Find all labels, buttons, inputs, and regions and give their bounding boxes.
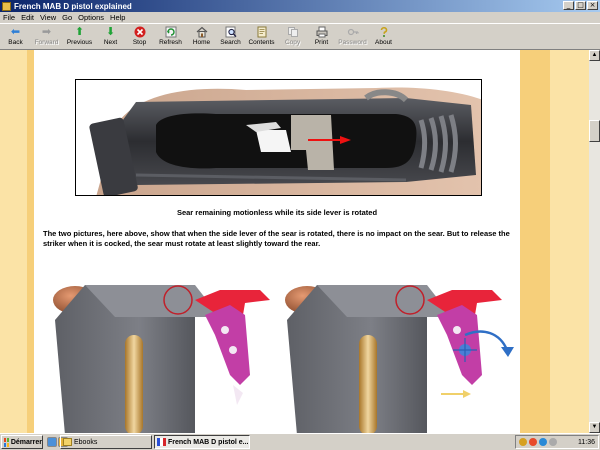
title-bar: French MAB D pistol explained _ □ ×	[0, 0, 600, 12]
maximize-button[interactable]: □	[575, 1, 586, 10]
stop-icon	[133, 26, 146, 38]
scroll-thumb[interactable]	[589, 120, 600, 142]
forward-label: Forward	[34, 39, 59, 46]
window-title: French MAB D pistol explained	[14, 1, 132, 11]
clock[interactable]: 11:36	[578, 439, 595, 446]
document-view: Sear remaining motionless while its side…	[0, 50, 589, 433]
vertical-scrollbar[interactable]: ▲ ▼	[589, 50, 600, 433]
toolbar: ⬅ Back ➡ Forward ⬆ Previous ⬇ Next Stop …	[0, 23, 600, 50]
windows-logo-icon	[4, 437, 9, 447]
next-button[interactable]: ⬇ Next	[96, 24, 125, 50]
browser-window: French MAB D pistol explained _ □ × File…	[0, 0, 600, 450]
sear-diagram	[45, 275, 515, 433]
about-icon	[377, 26, 390, 38]
forward-button[interactable]: ➡ Forward	[30, 24, 63, 50]
close-button[interactable]: ×	[587, 1, 598, 10]
task-mab-pistol[interactable]: French MAB D pistol e...	[154, 435, 250, 449]
contents-button[interactable]: Contents	[245, 24, 278, 50]
window-controls: _ □ ×	[563, 1, 598, 10]
menu-edit[interactable]: Edit	[21, 13, 34, 22]
menu-view[interactable]: View	[40, 13, 56, 22]
print-label: Print	[314, 39, 329, 46]
copy-button[interactable]: Copy	[278, 24, 307, 50]
menu-file[interactable]: File	[3, 13, 15, 22]
contents-label: Contents	[248, 39, 275, 46]
explanation-paragraph: The two pictures, here above, show that …	[43, 229, 510, 248]
document-page: Sear remaining motionless while its side…	[34, 50, 520, 433]
pistol-photo-graphic	[76, 80, 481, 195]
print-icon	[315, 26, 328, 38]
system-tray: 11:36	[515, 435, 599, 449]
menu-help[interactable]: Help	[110, 13, 125, 22]
refresh-icon	[164, 26, 177, 38]
menu-go[interactable]: Go	[62, 13, 72, 22]
start-label: Démarrer	[10, 438, 42, 446]
stop-label: Stop	[132, 39, 147, 46]
refresh-label: Refresh	[159, 39, 182, 46]
home-button[interactable]: Home	[187, 24, 216, 50]
scroll-down-button[interactable]: ▼	[589, 422, 600, 433]
print-button[interactable]: Print	[307, 24, 336, 50]
password-label: Password	[338, 39, 367, 46]
password-button[interactable]: Password	[336, 24, 369, 50]
start-button[interactable]: Démarrer	[1, 435, 43, 449]
search-button[interactable]: Search	[216, 24, 245, 50]
back-label: Back	[8, 39, 23, 46]
copy-icon	[286, 26, 299, 38]
home-label: Home	[192, 39, 211, 46]
arrow-left-icon: ⬅	[10, 25, 21, 38]
contents-icon	[255, 26, 268, 38]
menu-bar: File Edit View Go Options Help	[0, 12, 600, 23]
folder-icon	[63, 438, 72, 446]
pistol-photo	[75, 79, 482, 196]
previous-label: Previous	[66, 39, 93, 46]
menu-options[interactable]: Options	[78, 13, 104, 22]
about-label: About	[375, 39, 392, 46]
page-margin-right	[520, 50, 550, 433]
page-margin-stripe	[27, 50, 34, 433]
minimize-button[interactable]: _	[563, 1, 574, 10]
page-margin-right-outer	[550, 50, 589, 433]
arrow-up-icon: ⬆	[74, 25, 85, 38]
taskbar: Démarrer Ebooks French MAB D pistol e...…	[0, 433, 600, 450]
home-icon	[195, 26, 208, 38]
task-ebooks[interactable]: Ebooks	[60, 435, 152, 449]
search-label: Search	[220, 39, 241, 46]
stop-button[interactable]: Stop	[125, 24, 154, 50]
key-icon	[346, 26, 359, 38]
tray-volume-icon[interactable]	[549, 438, 557, 446]
back-button[interactable]: ⬅ Back	[1, 24, 30, 50]
arrow-right-icon: ➡	[41, 25, 52, 38]
photo-caption: Sear remaining motionless while its side…	[176, 208, 378, 217]
task-ebooks-label: Ebooks	[74, 438, 98, 446]
copy-label: Copy	[284, 39, 301, 46]
tray-update-icon[interactable]	[539, 438, 547, 446]
ebook-icon	[157, 438, 166, 446]
tray-network-icon[interactable]	[519, 438, 527, 446]
search-icon	[224, 26, 237, 38]
arrow-down-icon: ⬇	[105, 25, 116, 38]
refresh-button[interactable]: Refresh	[154, 24, 187, 50]
desktop-icon[interactable]	[47, 437, 57, 447]
sear-diagram-graphic	[53, 285, 514, 433]
tray-security-icon[interactable]	[529, 438, 537, 446]
previous-button[interactable]: ⬆ Previous	[63, 24, 96, 50]
task-mab-pistol-label: French MAB D pistol e...	[168, 438, 249, 446]
about-button[interactable]: About	[369, 24, 398, 50]
next-label: Next	[103, 39, 118, 46]
app-icon	[2, 1, 11, 11]
scroll-up-button[interactable]: ▲	[589, 50, 600, 61]
